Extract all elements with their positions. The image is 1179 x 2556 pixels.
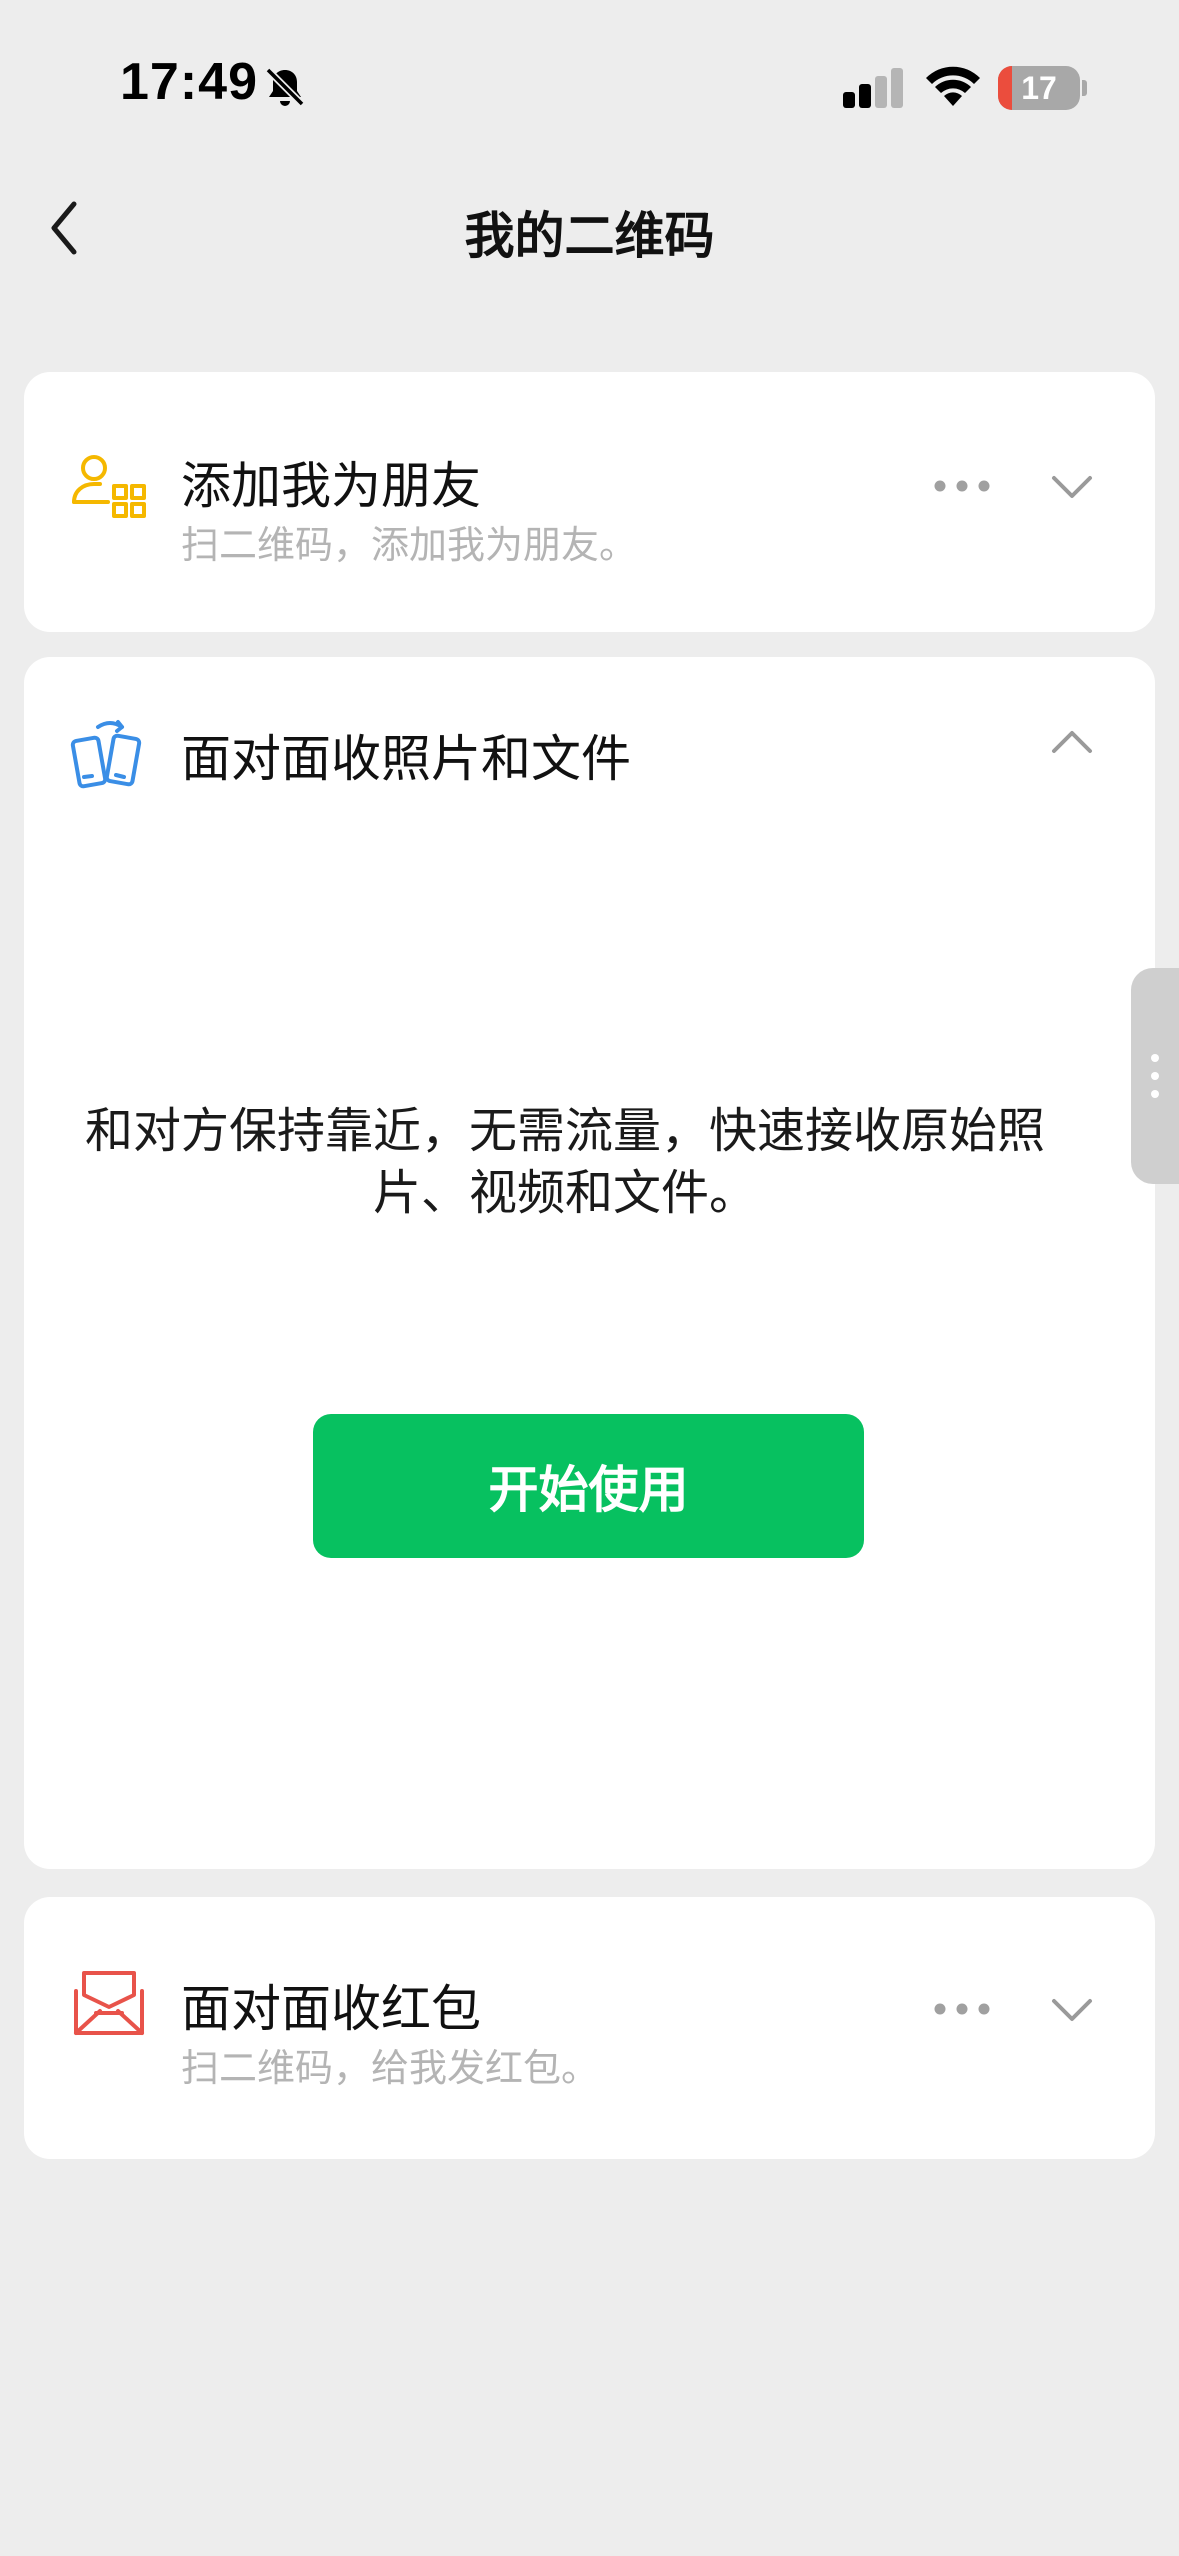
person-qr-icon [72,455,146,518]
card-title: 面对面收照片和文件 [181,730,631,788]
status-time: 17:49 [120,53,258,111]
card-add-friend[interactable]: 添加我为朋友 扫二维码，添加我为朋友。 [24,372,1155,632]
floating-side-handle[interactable] [1131,968,1179,1184]
wifi-icon [926,66,980,106]
battery-cap [1082,80,1087,96]
cellular-signal-icon [843,68,903,108]
page-title: 我的二维码 [464,207,715,265]
card-subtitle: 扫二维码，给我发红包。 [181,2046,600,2090]
more-icon[interactable] [932,476,992,496]
battery-icon: 17 [998,66,1080,110]
card-title: 添加我为朋友 [181,457,481,515]
more-icon[interactable] [932,1999,992,2019]
bell-slash-icon [265,67,305,107]
status-bar: 17:49 17 [0,0,1179,160]
phones-transfer-icon [70,720,142,789]
card-receive-files: 面对面收照片和文件 [24,657,1155,1869]
receive-files-description: 和对方保持靠近，无需流量，快速接收原始照片、视频和文件。 [84,1103,1045,1221]
vertical-dots-icon [1151,1054,1159,1098]
page: 17:49 17 我的二维码 添加我为朋友 扫二维码，添加我为朋友。 面对面收照… [0,0,1179,2556]
card-red-packet[interactable]: 面对面收红包 扫二维码，给我发红包。 [24,1897,1155,2159]
red-packet-icon [74,1971,144,2035]
chevron-down-icon[interactable] [1048,1993,1096,2025]
card-title: 面对面收红包 [181,1980,481,2038]
start-button[interactable]: 开始使用 [313,1414,864,1558]
battery-percent: 17 [1021,69,1057,106]
chevron-up-icon[interactable] [1048,727,1096,759]
card-subtitle: 扫二维码，添加我为朋友。 [181,523,638,567]
chevron-down-icon[interactable] [1048,470,1096,502]
